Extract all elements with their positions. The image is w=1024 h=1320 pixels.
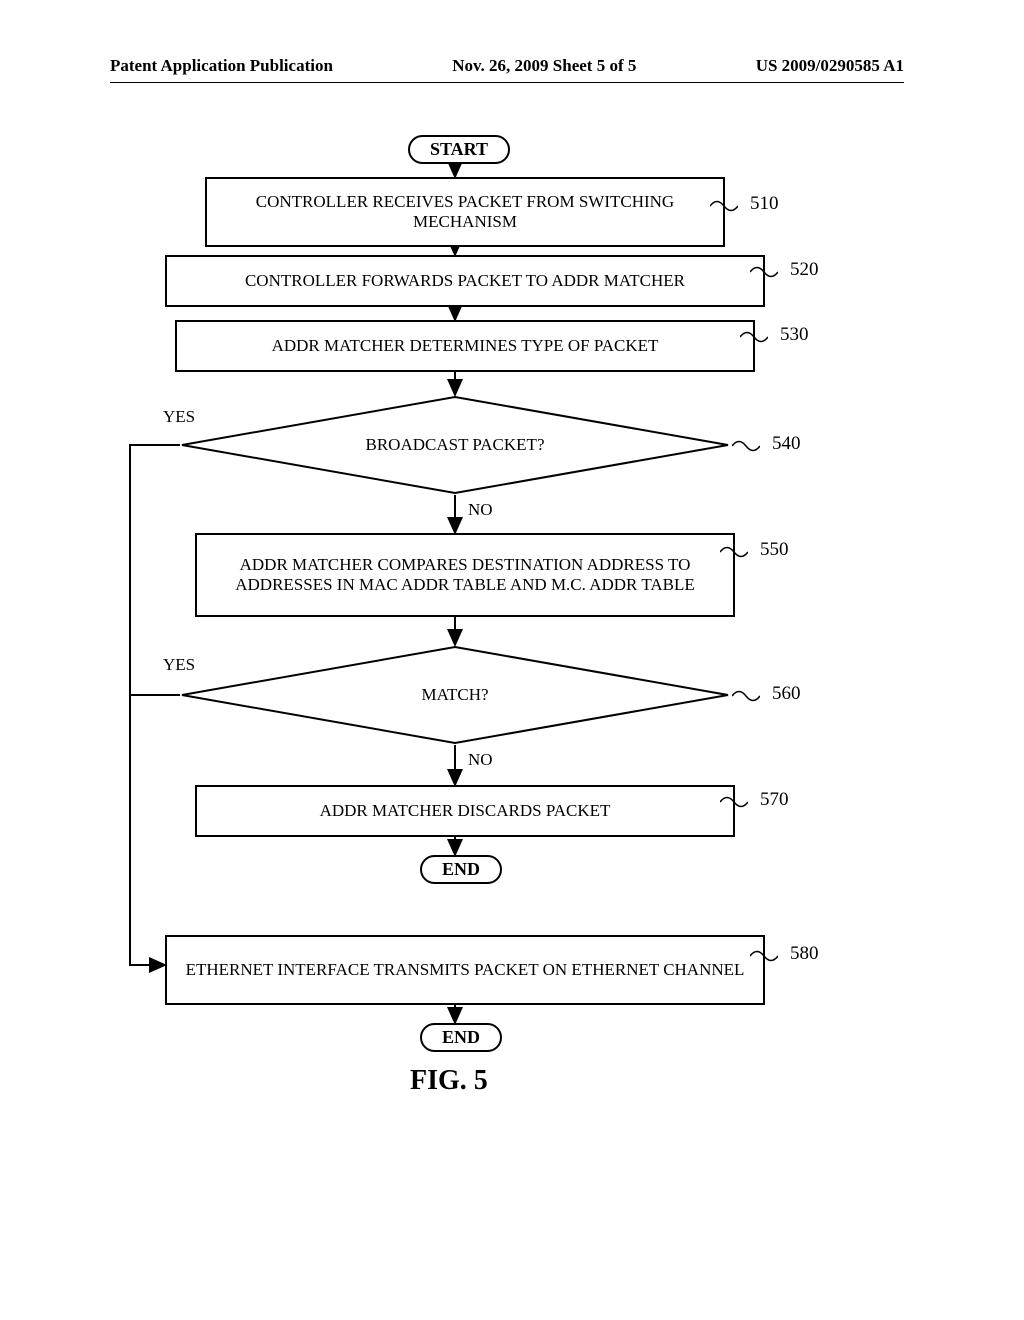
process-530: ADDR MATCHER DETERMINES TYPE OF PACKET xyxy=(175,320,755,372)
ref-580: 580 xyxy=(790,943,819,965)
decision-540-label: BROADCAST PACKET? xyxy=(180,395,730,495)
terminator-end-2: END xyxy=(420,1023,502,1052)
ref-flag-icon xyxy=(710,197,738,215)
decision-540: BROADCAST PACKET? xyxy=(180,395,730,495)
edge-yes-560: YES xyxy=(163,655,195,675)
ref-520: 520 xyxy=(790,259,819,281)
ref-540: 540 xyxy=(772,433,801,455)
page-header: Patent Application Publication Nov. 26, … xyxy=(110,56,904,83)
edge-no-540: NO xyxy=(468,500,493,520)
ref-flag-icon xyxy=(740,328,768,346)
ref-550: 550 xyxy=(760,539,789,561)
figure-label: FIG. 5 xyxy=(410,1065,488,1097)
ref-flag-icon xyxy=(720,793,748,811)
ref-flag-icon xyxy=(732,437,760,455)
decision-560-label: MATCH? xyxy=(180,645,730,745)
ref-flag-icon xyxy=(720,543,748,561)
edge-no-560: NO xyxy=(468,750,493,770)
ref-flag-icon xyxy=(750,947,778,965)
process-520: CONTROLLER FORWARDS PACKET TO ADDR MATCH… xyxy=(165,255,765,307)
header-center: Nov. 26, 2009 Sheet 5 of 5 xyxy=(452,56,636,76)
process-570: ADDR MATCHER DISCARDS PACKET xyxy=(195,785,735,837)
ref-560: 560 xyxy=(772,683,801,705)
process-580: ETHERNET INTERFACE TRANSMITS PACKET ON E… xyxy=(165,935,765,1005)
ref-510: 510 xyxy=(750,193,779,215)
edge-yes-540: YES xyxy=(163,407,195,427)
ref-570: 570 xyxy=(760,789,789,811)
ref-flag-icon xyxy=(750,263,778,281)
header-left: Patent Application Publication xyxy=(110,56,333,76)
flowchart: START CONTROLLER RECEIVES PACKET FROM SW… xyxy=(110,135,930,1195)
terminator-start: START xyxy=(408,135,510,164)
process-550: ADDR MATCHER COMPARES DESTINATION ADDRES… xyxy=(195,533,735,617)
ref-flag-icon xyxy=(732,687,760,705)
ref-530: 530 xyxy=(780,324,809,346)
terminator-end-1: END xyxy=(420,855,502,884)
header-right: US 2009/0290585 A1 xyxy=(756,56,904,76)
decision-560: MATCH? xyxy=(180,645,730,745)
process-510: CONTROLLER RECEIVES PACKET FROM SWITCHIN… xyxy=(205,177,725,247)
